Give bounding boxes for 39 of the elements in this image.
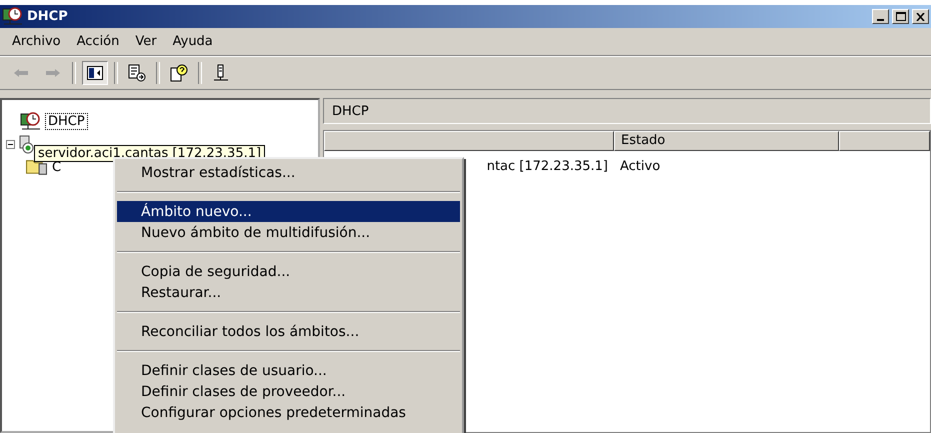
menu-item[interactable]: Definir clases de usuario... [117,360,460,381]
back-arrow-icon [13,68,29,78]
column-header[interactable] [324,131,614,151]
close-button[interactable] [912,9,929,24]
dhcp-icon [20,112,42,132]
maximize-button[interactable] [892,9,909,24]
server-icon [18,134,36,154]
server-icon [213,64,229,82]
menu-item[interactable]: Mostrar estadísticas... [117,162,460,183]
menu-item[interactable]: Ámbito nuevo... [117,201,460,222]
menu-item[interactable]: Restaurar... [117,282,460,303]
menu-item[interactable]: Reconciliar todos los ámbitos... [117,321,460,342]
menu-item[interactable]: Ver [129,32,163,51]
forward-arrow-icon [45,68,61,78]
menu-item[interactable]: Acción [70,32,126,51]
panel-icon [87,66,103,80]
menu-item[interactable]: Copia de seguridad... [117,261,460,282]
minimize-icon [877,18,884,20]
column-header[interactable] [839,131,930,151]
tree-item[interactable]: DHCP [45,113,88,130]
menu-item[interactable]: Configurar opciones predeterminadas [117,402,460,423]
menu-item[interactable]: Ayuda [166,32,219,51]
table-cell-text: ntac [172.23.35.1] [486,159,609,174]
menu-item[interactable]: Definir clases de proveedor... [117,381,460,402]
export-list-icon [128,64,146,82]
pane-title: DHCP [332,104,369,118]
collapse-toggle[interactable] [6,140,15,149]
close-icon [916,12,925,20]
menu-item[interactable]: Archivo [6,32,67,51]
table-cell-text: Activo [619,159,662,174]
minimize-button[interactable] [872,9,889,24]
app-icon [2,6,24,26]
toolbar-button[interactable] [82,61,108,85]
help-icon [170,64,188,82]
column-header[interactable]: Estado [614,131,839,151]
window-title: DHCP [27,9,69,24]
minus-icon [7,141,14,148]
menu-item[interactable]: Nuevo ámbito de multidifusión... [117,222,460,243]
maximize-icon [896,12,906,21]
